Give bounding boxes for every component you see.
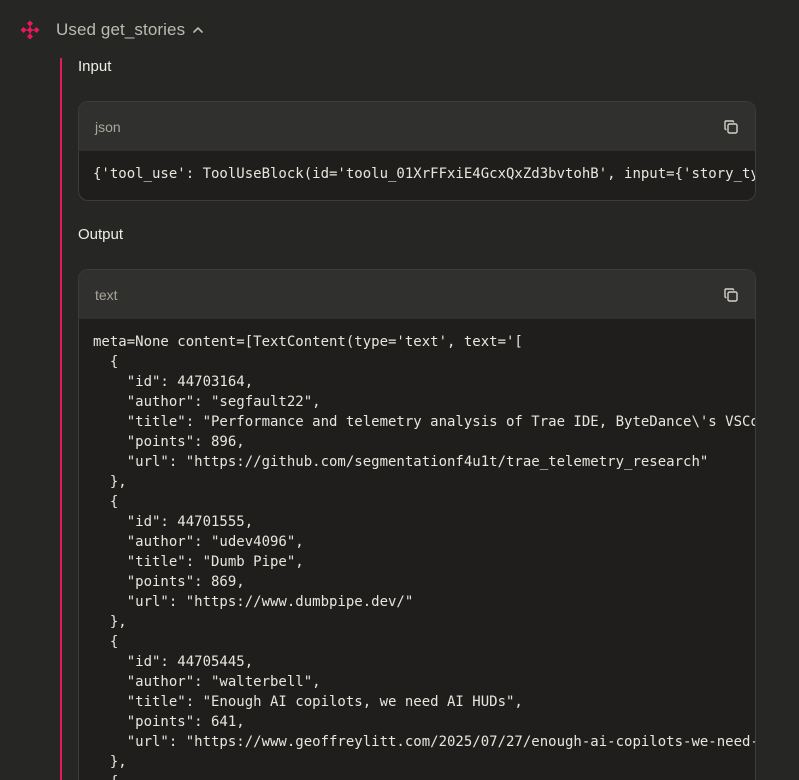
input-copy-button[interactable] xyxy=(717,113,745,141)
tool-use-panel: Used get_stories Input json {'tool_use':… xyxy=(0,0,799,780)
output-code: meta=None content=[TextContent(type='tex… xyxy=(93,334,755,780)
output-code-block: text meta=None content=[TextContent(type… xyxy=(78,269,756,780)
output-language-label: text xyxy=(95,286,118,303)
input-code-header: json xyxy=(79,102,755,151)
output-code-header: text xyxy=(79,270,755,319)
input-code: {'tool_use': ToolUseBlock(id='toolu_01Xr… xyxy=(93,166,755,182)
output-copy-button[interactable] xyxy=(717,281,745,309)
tool-icon xyxy=(20,20,40,40)
tool-use-toggle[interactable]: Used get_stories xyxy=(18,18,205,42)
input-code-block: json {'tool_use': ToolUseBlock(id='toolu… xyxy=(78,101,756,201)
tool-use-title: Used get_stories xyxy=(56,20,186,39)
output-label: Output xyxy=(78,226,124,243)
input-language-label: json xyxy=(95,118,121,135)
copy-icon xyxy=(724,119,738,134)
chevron-up-icon xyxy=(193,27,203,33)
accent-rail xyxy=(60,58,62,780)
input-label: Input xyxy=(78,58,112,75)
copy-icon xyxy=(724,287,738,302)
